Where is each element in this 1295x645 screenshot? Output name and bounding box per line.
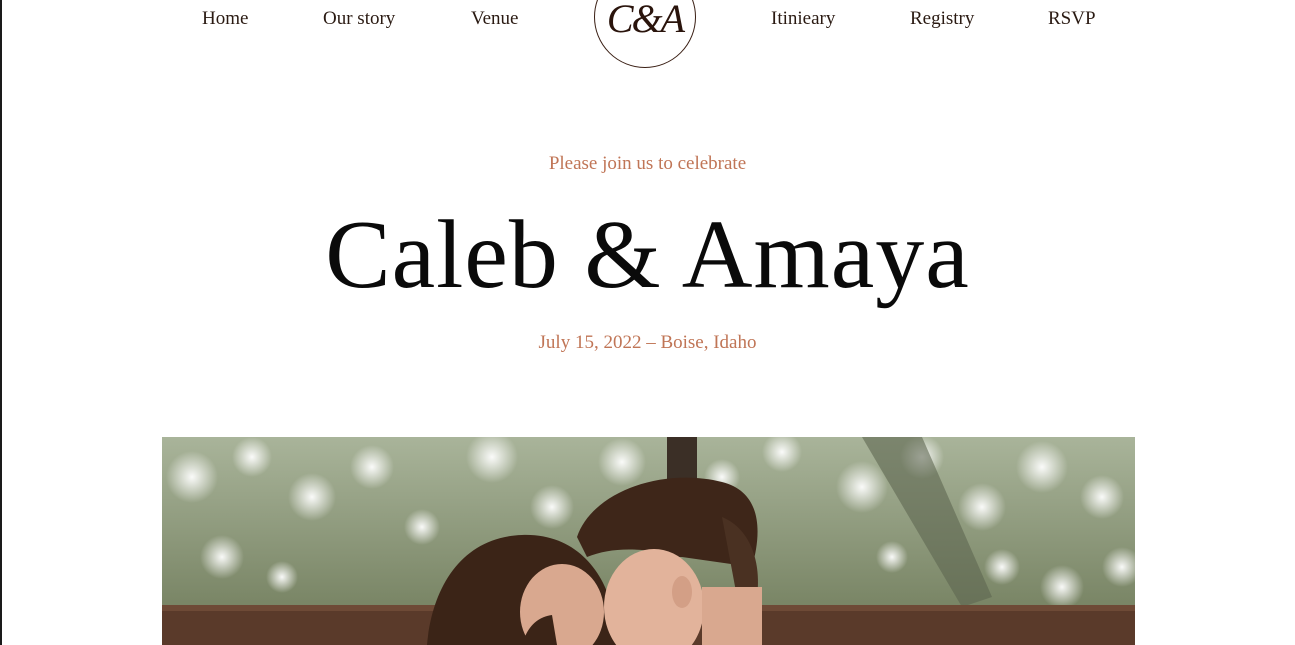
nav-home[interactable]: Home	[202, 8, 248, 30]
nav-venue[interactable]: Venue	[471, 8, 518, 30]
nav-registry[interactable]: Registry	[910, 8, 974, 30]
nav-our-story[interactable]: Our story	[323, 8, 395, 30]
nav-itinerary[interactable]: Itinieary	[771, 8, 835, 30]
couple-photo	[162, 437, 1135, 645]
invite-text: Please join us to celebrate	[548, 153, 747, 174]
window-left-edge	[0, 0, 2, 645]
monogram-text: C&A	[606, 0, 685, 41]
date-location: July 15, 2022 – Boise, Idaho	[538, 332, 757, 353]
monogram-logo[interactable]: C&A	[594, 0, 696, 68]
couple-names: Caleb & Amaya	[325, 201, 970, 309]
nav-rsvp[interactable]: RSVP	[1048, 8, 1096, 30]
main-nav: Home Our story Venue C&A Itinieary Regis…	[0, 0, 1295, 80]
